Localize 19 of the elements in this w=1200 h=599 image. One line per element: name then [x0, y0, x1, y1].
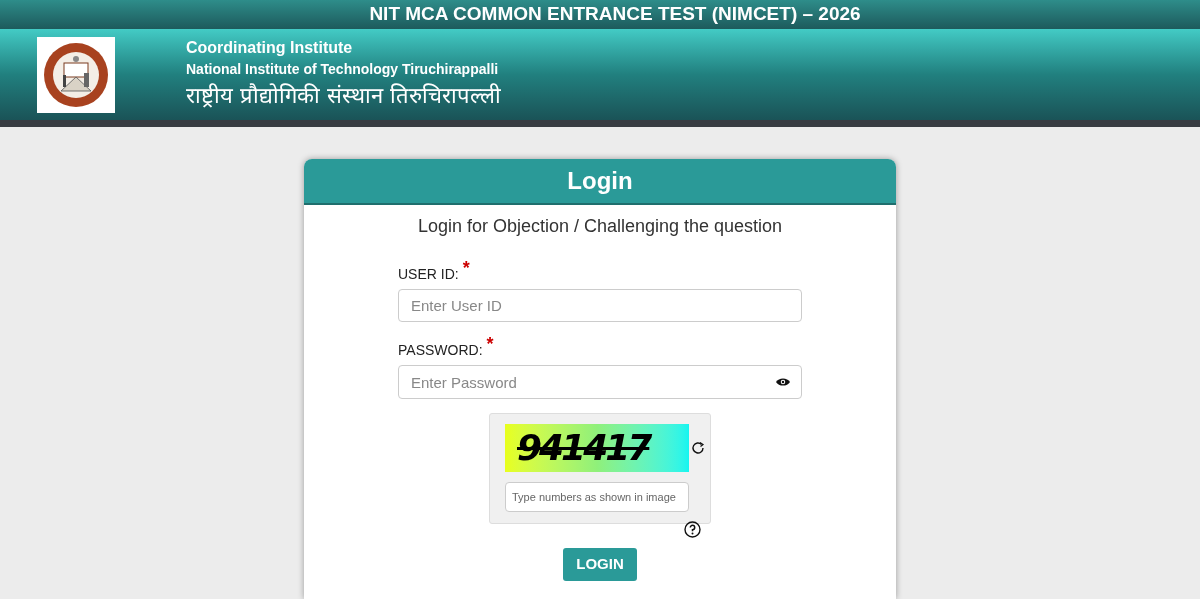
header-hindi-name: राष्ट्रीय प्रौद्योगिकी संस्थान तिरुचिरापल्ली [186, 81, 501, 110]
header-line: Coordinating Institute [186, 37, 354, 58]
card-subtitle: Login for Objection / Challenging the question [417, 215, 783, 238]
required-mark: * [486, 334, 494, 354]
header-line: National Institute of Technology Tiruchirappalli [186, 59, 500, 79]
password-field[interactable]: Enter Password [398, 365, 802, 399]
login-button[interactable]: LOGIN [563, 548, 637, 581]
exam-title: NIT MCA COMMON ENTRANCE TEST (NIMCET) – 2026 [369, 2, 861, 27]
help-icon[interactable] [684, 521, 701, 538]
user-id-field[interactable]: Enter User ID [398, 289, 802, 322]
captcha-field[interactable]: Type numbers as shown in image [505, 482, 689, 512]
refresh-icon[interactable] [691, 441, 705, 455]
field-label: USER ID: [398, 265, 459, 284]
captcha-code: 941417 [517, 426, 650, 470]
required-mark: * [462, 258, 470, 278]
field-label: PASSWORD: [398, 341, 483, 360]
logo-icon [37, 36, 115, 113]
eye-icon[interactable] [776, 377, 790, 387]
card-title: Login [567, 166, 633, 196]
